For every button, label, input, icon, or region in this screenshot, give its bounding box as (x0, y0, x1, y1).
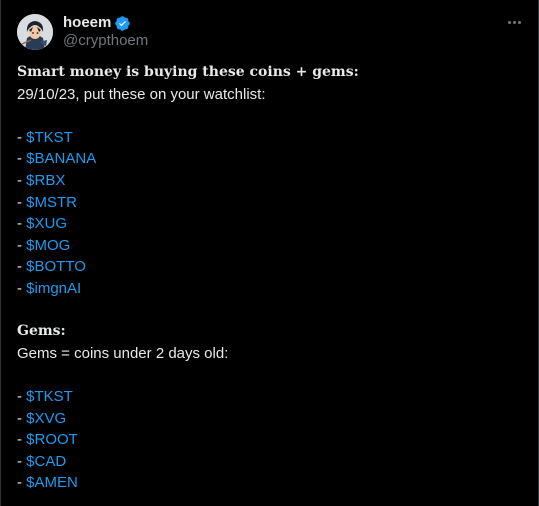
list-item: - $RBX (17, 170, 526, 192)
gems-subheading: Gems = coins under 2 days old: (17, 344, 229, 362)
list-item: - $TKST (17, 386, 526, 408)
tweet-heading: Smart money is buying these coins + gems… (17, 64, 359, 80)
list-dash: - (17, 474, 27, 492)
list-dash: - (17, 128, 27, 146)
more-dot (517, 20, 521, 24)
cashtag-link[interactable]: $RBX (26, 172, 65, 189)
tweet-header: hoeem @crypthoem (17, 12, 526, 52)
list-item: - $BOTTO (17, 256, 526, 278)
more-dot (512, 20, 516, 24)
more-horizontal-icon (507, 20, 511, 24)
list-item: - $ROOT (17, 429, 526, 451)
cashtag-link[interactable]: $imgnAI (26, 280, 81, 297)
cashtag-link[interactable]: $XVG (26, 410, 66, 427)
avatar[interactable] (17, 14, 53, 50)
cashtag-link[interactable]: $MSTR (26, 194, 77, 211)
list-dash: - (17, 236, 27, 254)
author-names: hoeem @crypthoem (63, 14, 148, 50)
list-item: - $TKST (17, 127, 526, 149)
cashtag-link[interactable]: $BANANA (26, 150, 96, 167)
list-dash: - (17, 452, 27, 470)
list-dash: - (17, 258, 27, 276)
list-dash: - (17, 387, 27, 405)
list-dash: - (17, 431, 27, 449)
handle[interactable]: @crypthoem (63, 32, 148, 50)
list-item: - $XUG (17, 213, 526, 235)
list-item: - $XVG (17, 408, 526, 430)
list-dash: - (17, 279, 27, 297)
list-dash: - (17, 150, 27, 168)
verified-badge-icon (115, 15, 131, 31)
list-item: - $BANANA (17, 148, 526, 170)
cashtag-link[interactable]: $BOTTO (26, 258, 86, 275)
list-item: - $CAD (17, 451, 526, 473)
cashtag-link[interactable]: $MOG (26, 237, 70, 254)
display-name[interactable]: hoeem (63, 14, 111, 32)
tweet-text: Smart money is buying these coins + gems… (17, 62, 526, 494)
gems-heading: Gems: (17, 323, 66, 340)
more-button[interactable] (502, 12, 526, 32)
tweet-subheading: 29/10/23, put these on your watchlist: (17, 85, 266, 103)
list-item: - $MOG (17, 235, 526, 257)
list-dash: - (17, 171, 27, 189)
cashtag-link[interactable]: $TKST (26, 129, 73, 146)
list-dash: - (17, 193, 27, 211)
list-item: - $MSTR (17, 192, 526, 214)
display-name-row: hoeem (63, 14, 148, 32)
list-item: - $AMEN (17, 472, 526, 494)
list-dash: - (17, 215, 27, 233)
avatar-character-icon (17, 14, 53, 50)
cashtag-link[interactable]: $XUG (26, 215, 67, 232)
cashtag-link[interactable]: $ROOT (26, 431, 78, 448)
cashtag-link[interactable]: $AMEN (26, 474, 78, 491)
tweet-card: hoeem @crypthoem Smart money is buying t… (0, 0, 539, 506)
list-item: - $imgnAI (17, 278, 526, 300)
cashtag-link[interactable]: $TKST (26, 388, 73, 405)
list-dash: - (17, 409, 27, 427)
cashtag-link[interactable]: $CAD (26, 453, 66, 470)
